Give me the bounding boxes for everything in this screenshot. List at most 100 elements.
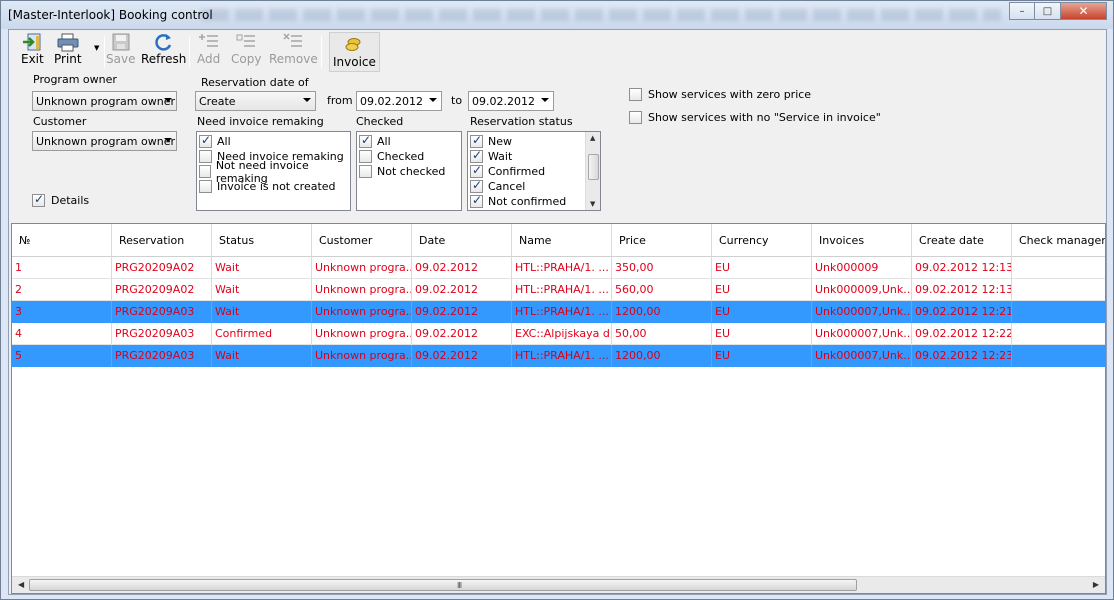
checked-checklist[interactable]: All Checked Not checked [356, 131, 462, 211]
col-create-date-cell[interactable]: 09.02.2012 12:21 [912, 301, 1012, 323]
details-checkbox[interactable] [32, 192, 45, 207]
checked-item[interactable]: All [359, 133, 459, 149]
need-invoice-checklist[interactable]: All Need invoice remaking Not need invoi… [196, 131, 351, 211]
col-customer-cell[interactable]: Unknown progra... [312, 257, 412, 279]
table-row[interactable]: 5 PRG20209A03 Wait Unknown progra... 09.02.2… [12, 345, 1105, 367]
col-reservation-header[interactable]: Reservation [112, 224, 212, 257]
col-create-date-cell[interactable]: 09.02.2012 12:23 [912, 345, 1012, 367]
program-owner-dropdown[interactable]: Unknown program owner [32, 91, 177, 111]
scroll-thumb[interactable]: III [29, 579, 857, 591]
need-invoice-remaking-checkbox[interactable] [199, 150, 212, 163]
col-price-cell[interactable]: 1200,00 [612, 301, 712, 323]
col-invoices-header[interactable]: Invoices [812, 224, 912, 257]
close-button[interactable]: ✕ [1061, 2, 1107, 20]
col-create-date-cell[interactable]: 09.02.2012 12:13 [912, 257, 1012, 279]
reservation-date-type-dropdown[interactable]: Create [195, 91, 316, 111]
col-price-cell[interactable]: 1200,00 [612, 345, 712, 367]
not-need-invoice-checkbox[interactable] [199, 165, 211, 178]
zero-price-checkbox[interactable] [629, 88, 642, 101]
col-customer-header[interactable]: Customer [312, 224, 412, 257]
col-currency-cell[interactable]: EU [712, 323, 812, 345]
col-price-cell[interactable]: 350,00 [612, 257, 712, 279]
checked-item[interactable]: Checked [359, 149, 459, 164]
maximize-button[interactable]: □ [1035, 2, 1061, 20]
col-name-header[interactable]: Name [512, 224, 612, 257]
col-currency-cell[interactable]: EU [712, 257, 812, 279]
remove-button[interactable]: Remove [269, 32, 318, 70]
scroll-thumb[interactable] [588, 154, 599, 180]
col-check-manager-cell[interactable] [1012, 345, 1105, 367]
table-row[interactable]: 3 PRG20209A03 Wait Unknown progra... 09.02.2… [12, 301, 1105, 323]
copy-button[interactable]: Copy [231, 32, 261, 70]
col-customer-cell[interactable]: Unknown progra... [312, 301, 412, 323]
col-number-cell[interactable]: 3 [12, 301, 112, 323]
table-row[interactable]: 1 PRG20209A02 Wait Unknown progra... 09.02.2… [12, 257, 1105, 279]
col-number-cell[interactable]: 2 [12, 279, 112, 301]
print-dropdown-icon[interactable]: ▼ [94, 44, 99, 52]
col-customer-cell[interactable]: Unknown progra... [312, 323, 412, 345]
need-invoice-item[interactable]: Invoice is not created [199, 179, 348, 194]
col-date-cell[interactable]: 09.02.2012 [412, 279, 512, 301]
col-status-cell[interactable]: Wait [212, 257, 312, 279]
col-customer-cell[interactable]: Unknown progra... [312, 345, 412, 367]
status-item[interactable]: Confirmed [470, 163, 598, 179]
col-currency-cell[interactable]: EU [712, 301, 812, 323]
col-price-cell[interactable]: 560,00 [612, 279, 712, 301]
col-date-cell[interactable]: 09.02.2012 [412, 257, 512, 279]
table-row[interactable]: 4 PRG20209A03 Confirmed Unknown progra... 09… [12, 323, 1105, 345]
customer-dropdown[interactable]: Unknown program owner [32, 131, 177, 151]
col-status-cell[interactable]: Wait [212, 301, 312, 323]
col-create-date-header[interactable]: Create date [912, 224, 1012, 257]
print-button[interactable]: Print [54, 32, 82, 70]
status-item[interactable]: Not confirmed [470, 193, 598, 209]
col-create-date-cell[interactable]: 09.02.2012 12:13 [912, 279, 1012, 301]
table-row[interactable]: 2 PRG20209A02 Wait Unknown progra... 09.02.2… [12, 279, 1105, 301]
scroll-right-icon[interactable]: ▶ [1093, 580, 1099, 589]
from-date-picker[interactable]: 09.02.2012 [356, 91, 442, 111]
status-new-checkbox[interactable] [470, 133, 483, 148]
bookings-grid[interactable]: № Reservation Status Customer Date Name Price C… [11, 223, 1106, 594]
need-invoice-all-checkbox[interactable] [199, 133, 212, 148]
refresh-button[interactable]: Refresh [141, 32, 186, 70]
status-list-scrollbar[interactable]: ▲ ▼ [585, 132, 600, 210]
checked-item[interactable]: Not checked [359, 164, 459, 179]
status-not-confirmed-checkbox[interactable] [470, 193, 483, 208]
no-service-option[interactable]: Show services with no "Service in invoic… [629, 111, 881, 124]
need-invoice-item[interactable]: All [199, 133, 348, 149]
exit-button[interactable]: Exit [21, 32, 44, 70]
col-date-header[interactable]: Date [412, 224, 512, 257]
col-number-cell[interactable]: 4 [12, 323, 112, 345]
title-bar[interactable]: [Master-Interlook] Booking control – □ ✕ [1, 1, 1113, 29]
col-price-cell[interactable]: 50,00 [612, 323, 712, 345]
col-name-cell[interactable]: HTL::PRAHA/1. ... [512, 345, 612, 367]
col-reservation-cell[interactable]: PRG20209A03 [112, 323, 212, 345]
details-checkbox-row[interactable]: Details [32, 192, 89, 207]
col-check-manager-cell[interactable] [1012, 279, 1105, 301]
col-number-cell[interactable]: 1 [12, 257, 112, 279]
col-reservation-cell[interactable]: PRG20209A02 [112, 257, 212, 279]
col-name-cell[interactable]: HTL::PRAHA/1. ... [512, 257, 612, 279]
col-check-manager-cell[interactable] [1012, 323, 1105, 345]
col-check-manager-cell[interactable] [1012, 301, 1105, 323]
col-reservation-cell[interactable]: PRG20209A03 [112, 301, 212, 323]
col-check-manager-header[interactable]: Check manager [1012, 224, 1105, 257]
status-confirmed-checkbox[interactable] [470, 163, 483, 178]
col-currency-cell[interactable]: EU [712, 279, 812, 301]
status-item[interactable]: Cancel [470, 178, 598, 194]
status-item[interactable]: New [470, 133, 598, 149]
col-status-cell[interactable]: Confirmed [212, 323, 312, 345]
col-status-cell[interactable]: Wait [212, 279, 312, 301]
col-invoices-cell[interactable]: Unk000007,Unk... [812, 301, 912, 323]
status-item[interactable]: Wait [470, 148, 598, 164]
checked-all-checkbox[interactable] [359, 133, 372, 148]
scroll-left-icon[interactable]: ◀ [18, 580, 24, 589]
col-name-cell[interactable]: HTL::PRAHA/1. ... [512, 279, 612, 301]
invoice-not-created-checkbox[interactable] [199, 180, 212, 193]
col-status-header[interactable]: Status [212, 224, 312, 257]
zero-price-option[interactable]: Show services with zero price [629, 88, 811, 101]
col-status-cell[interactable]: Wait [212, 345, 312, 367]
col-reservation-cell[interactable]: PRG20209A02 [112, 279, 212, 301]
col-invoices-cell[interactable]: Unk000007,Unk... [812, 345, 912, 367]
col-date-cell[interactable]: 09.02.2012 [412, 323, 512, 345]
col-price-header[interactable]: Price [612, 224, 712, 257]
